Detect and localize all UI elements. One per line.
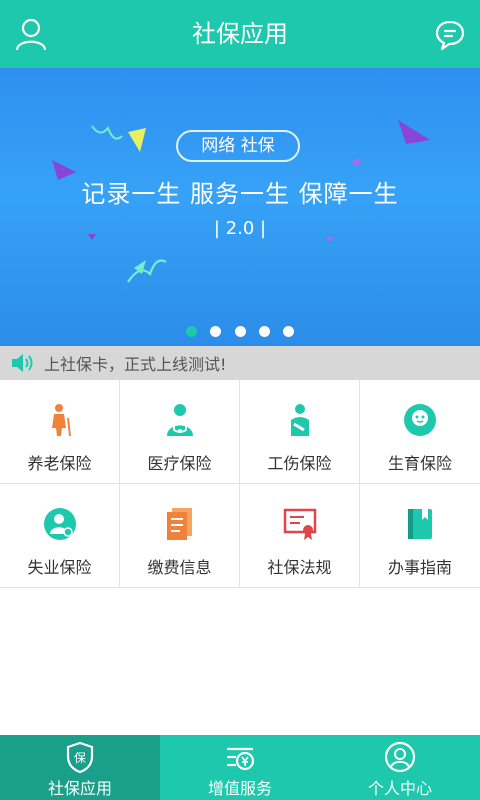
- tab-label: 社保应用: [47, 779, 112, 798]
- service-item-regulations[interactable]: 社保法规: [240, 484, 360, 588]
- service-label: 医疗保险: [147, 454, 212, 473]
- service-item-payment[interactable]: 缴费信息: [120, 484, 240, 588]
- service-label: 工伤保险: [267, 454, 332, 473]
- service-item-pension[interactable]: 养老保险: [0, 380, 120, 484]
- banner-pill-label: 网络 社保: [176, 130, 300, 162]
- carousel-indicator: [0, 322, 480, 341]
- doctor-icon: [167, 404, 193, 436]
- tab-personal-center[interactable]: 个人中心: [320, 735, 480, 800]
- yuan-list-icon: [227, 747, 255, 771]
- carousel-dot[interactable]: [210, 326, 222, 337]
- unemployed-person-icon: [44, 508, 76, 540]
- service-label: 缴费信息: [147, 558, 212, 577]
- carousel-dot[interactable]: [258, 326, 270, 337]
- service-grid: 养老保险 医疗保险 工伤保险 生育保险 失业保险 缴费信息 社保法规 办事指南: [0, 380, 480, 588]
- carousel-dot-active[interactable]: [186, 326, 198, 337]
- profile-icon: [384, 741, 416, 773]
- banner-slogan: 记录一生 服务一生 保障一生: [81, 180, 399, 208]
- service-label: 社保法规: [267, 558, 332, 577]
- tab-value-added-services[interactable]: 增值服务: [160, 735, 320, 800]
- tab-label: 个人中心: [367, 779, 432, 798]
- shield-badge-text: 保: [74, 751, 86, 765]
- service-item-medical[interactable]: 医疗保险: [120, 380, 240, 484]
- guide-book-icon: [408, 509, 432, 539]
- bottom-tab-bar: 保 社保应用 增值服务 个人中心: [0, 735, 480, 800]
- certificate-icon: [283, 508, 317, 540]
- service-label: 办事指南: [387, 558, 452, 577]
- service-label: 生育保险: [387, 454, 452, 473]
- document-icon: [167, 508, 192, 540]
- speaker-icon: [12, 354, 33, 372]
- banner-carousel[interactable]: 网络 社保 记录一生 服务一生 保障一生 | 2.0 |: [0, 68, 480, 346]
- service-item-maternity[interactable]: 生育保险: [360, 380, 480, 484]
- tab-social-security-apps[interactable]: 保 社保应用: [0, 735, 160, 800]
- carousel-dot[interactable]: [234, 326, 246, 337]
- tab-label: 增值服务: [207, 779, 272, 798]
- baby-icon: [404, 404, 436, 436]
- carousel-dot[interactable]: [282, 326, 294, 337]
- injured-person-icon: [291, 404, 309, 436]
- service-item-injury[interactable]: 工伤保险: [240, 380, 360, 484]
- service-item-unemployment[interactable]: 失业保险: [0, 484, 120, 588]
- notice-bar[interactable]: 上社保卡，正式上线测试!: [0, 346, 480, 380]
- chat-bubble-icon[interactable]: [434, 19, 466, 51]
- page-title: 社保应用: [192, 20, 288, 48]
- elderly-icon: [52, 404, 71, 437]
- banner-version: | 2.0 |: [213, 218, 267, 239]
- notice-text: 上社保卡，正式上线测试!: [44, 355, 227, 374]
- app-header: 社保应用: [0, 0, 480, 68]
- shield-icon: 保: [66, 741, 94, 773]
- service-label: 失业保险: [27, 558, 92, 577]
- service-item-guide[interactable]: 办事指南: [360, 484, 480, 588]
- service-label: 养老保险: [27, 454, 92, 473]
